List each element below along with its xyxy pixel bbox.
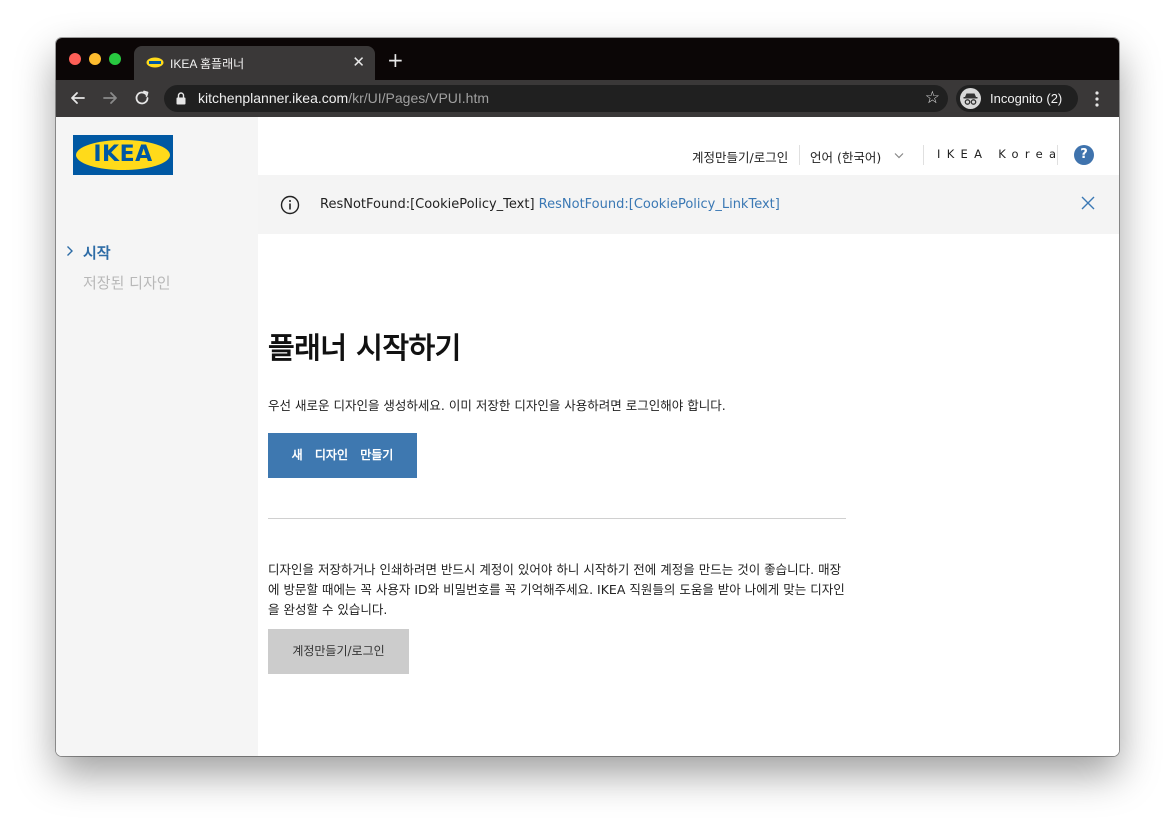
sidebar: IKEA ® 시작 저장된 디자인 [56,117,258,756]
header-divider [923,145,924,165]
section-divider [268,518,846,519]
main-panel: 계정만들기/로그인 언어 (한국어) IKEA Korea ? ResNotFo… [258,117,1119,756]
account-login-link[interactable]: 계정만들기/로그인 [692,147,788,166]
tab-title: IKEA 홈플래너 [170,57,245,71]
url-text[interactable]: kitchenplanner.ikea.com/kr/UI/Pages/VPUI… [198,90,489,106]
tab-bar: IKEA 홈플래너 ✕ + [56,38,1119,80]
browser-tab[interactable]: IKEA 홈플래너 ✕ [134,46,375,80]
address-bar[interactable]: kitchenplanner.ikea.com/kr/UI/Pages/VPUI… [164,85,948,112]
tab-close-icon[interactable]: ✕ [352,53,365,71]
kebab-menu-icon[interactable] [1091,89,1103,109]
logo-text: IKEA [93,142,153,167]
back-arrow-icon[interactable] [68,88,88,108]
url-path: /kr/UI/Pages/VPUI.htm [348,90,490,106]
header-nav: 계정만들기/로그인 언어 (한국어) IKEA Korea ? [258,145,1119,165]
banner-text: ResNotFound:[CookiePolicy_Text] ResNotFo… [320,197,780,212]
incognito-icon [960,88,981,109]
banner-link[interactable]: ResNotFound:[CookiePolicy_LinkText] [539,197,780,212]
close-window-button[interactable] [69,53,81,65]
logo-registered-mark: ® [162,142,167,148]
banner-message: ResNotFound:[CookiePolicy_Text] [320,197,535,212]
ikea-logo[interactable]: IKEA ® [73,135,173,175]
help-icon[interactable]: ? [1074,145,1094,165]
account-login-button[interactable]: 계정만들기/로그인 [268,629,409,674]
lock-icon [176,92,186,105]
cookie-banner: ResNotFound:[CookiePolicy_Text] ResNotFo… [258,175,1119,234]
account-info-text: 디자인을 저장하거나 인쇄하려면 반드시 계정이 있어야 하니 시작하기 전에 … [268,562,845,617]
new-tab-button[interactable]: + [387,50,404,70]
incognito-indicator[interactable]: Incognito (2) [956,85,1078,112]
reload-icon[interactable] [132,88,152,108]
sidebar-item-saved-designs[interactable]: 저장된 디자인 [83,272,171,293]
intro-text: 우선 새로운 디자인을 생성하세요. 이미 저장한 디자인을 사용하려면 로그인… [268,398,726,413]
browser-window: IKEA 홈플래너 ✕ + kitchenplanner.ikea.com/kr… [56,38,1119,756]
browser-toolbar: kitchenplanner.ikea.com/kr/UI/Pages/VPUI… [56,80,1119,118]
language-selector[interactable]: 언어 (한국어) [810,147,881,166]
chevron-right-icon [67,246,73,256]
new-design-button[interactable]: 새 디자인 만들기 [268,433,417,478]
close-icon[interactable] [1081,196,1095,210]
chevron-down-icon[interactable] [894,152,904,159]
header-divider [799,145,800,165]
bookmark-star-icon[interactable]: ☆ [925,88,940,108]
page-title: 플래너 시작하기 [268,331,461,365]
header-divider [1057,145,1058,165]
store-link[interactable]: IKEA Korea [937,147,1062,161]
info-icon [280,195,300,215]
minimize-window-button[interactable] [89,53,101,65]
sidebar-item-start[interactable]: 시작 [83,242,111,263]
url-host: kitchenplanner.ikea.com [198,90,349,106]
page-content: IKEA ® 시작 저장된 디자인 계정만들기/로그인 언어 (한국어) IKE… [56,117,1119,756]
maximize-window-button[interactable] [109,53,121,65]
forward-arrow-icon[interactable] [100,88,120,108]
ikea-favicon-icon [146,57,164,68]
incognito-label: Incognito (2) [990,91,1063,106]
